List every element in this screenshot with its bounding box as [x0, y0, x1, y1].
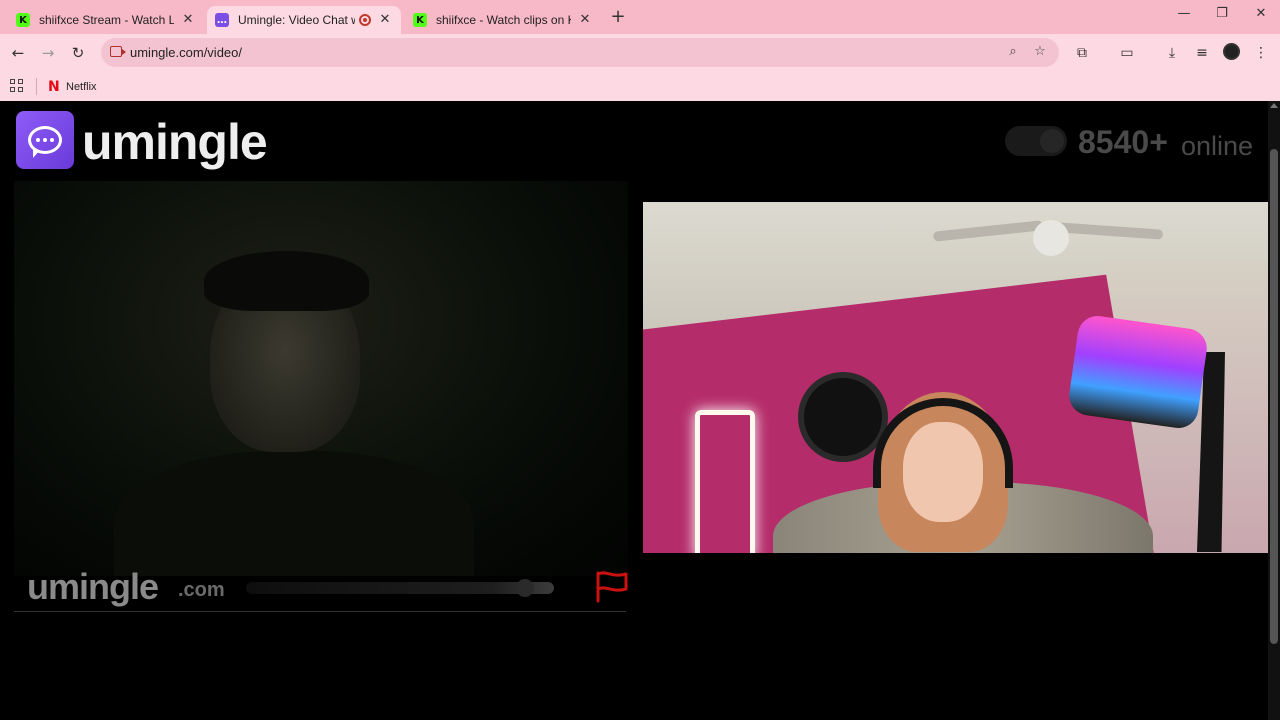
page-scrollbar[interactable]: [1268, 101, 1280, 720]
watermark-brand: umingle: [27, 566, 159, 607]
tab-kick-clips[interactable]: K shiifxce - Watch clips on Kick ✕: [405, 6, 601, 34]
kick-icon: K: [413, 13, 427, 27]
media-controls-icon[interactable]: ≡: [1191, 42, 1213, 64]
divider: [36, 78, 37, 95]
minimize-button[interactable]: —: [1172, 6, 1196, 26]
online-count: 8540+: [1078, 124, 1168, 160]
umingle-page: umingle 8540+ online umingle .com: [0, 101, 1268, 720]
bookmark-netflix[interactable]: N Netflix: [48, 77, 97, 96]
report-flag-icon[interactable]: [594, 569, 630, 603]
download-icon[interactable]: ⤓: [1161, 42, 1183, 64]
tab-title: Umingle: Video Chat with St: [238, 13, 355, 27]
local-video-feed: [14, 181, 628, 576]
ceiling-fan: [932, 212, 1164, 256]
maximize-button[interactable]: ❐: [1210, 6, 1234, 26]
profile-avatar[interactable]: [1223, 43, 1240, 60]
online-label: online: [1181, 131, 1254, 161]
bookmark-label: Netflix: [66, 80, 97, 93]
close-icon[interactable]: ✕: [577, 12, 593, 28]
remote-person: [753, 382, 1173, 553]
apps-grid-icon[interactable]: [10, 79, 23, 92]
umingle-logo-icon[interactable]: [16, 111, 74, 169]
scroll-up-icon[interactable]: [1270, 103, 1278, 108]
cast-icon[interactable]: ▭: [1116, 42, 1138, 64]
new-tab-button[interactable]: +: [608, 8, 628, 28]
chat-bubble-icon: [28, 126, 62, 158]
tab-strip: K shiifxce Stream - Watch Live on ✕ … Um…: [0, 0, 1280, 34]
headset: [873, 398, 1013, 488]
address-bar[interactable]: umingle.com/video/ ⌕ ☆: [101, 38, 1059, 67]
volume-slider-handle[interactable]: [516, 579, 534, 597]
extensions-icon[interactable]: ⧉: [1071, 42, 1093, 64]
browser-toolbar: ← → ↻ umingle.com/video/ ⌕ ☆ ⧉ ▭ ⤓ ≡ ⋮: [0, 34, 1280, 72]
person-hair: [204, 251, 369, 311]
netflix-icon: N: [48, 78, 60, 95]
close-window-button[interactable]: ✕: [1249, 6, 1273, 26]
tab-kick-stream[interactable]: K shiifxce Stream - Watch Live on ✕: [8, 6, 204, 34]
remote-video-feed: [643, 202, 1268, 553]
close-icon[interactable]: ✕: [377, 12, 393, 28]
menu-icon[interactable]: ⋮: [1250, 42, 1272, 64]
person-silhouette: [114, 451, 474, 576]
site-logo-text[interactable]: umingle: [82, 113, 268, 171]
tab-umingle[interactable]: … Umingle: Video Chat with St ✕: [207, 6, 401, 34]
bookmarks-bar: N Netflix: [0, 72, 1280, 101]
bookmark-star-icon[interactable]: ☆: [1031, 44, 1049, 62]
zoom-icon[interactable]: ⌕: [1004, 44, 1022, 62]
url-text[interactable]: umingle.com/video/: [130, 45, 242, 60]
forward-button[interactable]: →: [37, 42, 59, 64]
watermark-tld: .com: [178, 579, 225, 601]
kick-icon: K: [16, 13, 30, 27]
led-mirror: [695, 410, 755, 553]
reload-button[interactable]: ↻: [67, 42, 89, 64]
camera-site-icon[interactable]: [110, 46, 126, 57]
back-button[interactable]: ←: [7, 42, 29, 64]
tab-title: shiifxce Stream - Watch Live on: [39, 13, 174, 27]
volume-slider[interactable]: [246, 582, 554, 594]
close-icon[interactable]: ✕: [180, 12, 196, 28]
scroll-thumb[interactable]: [1270, 149, 1278, 644]
tab-title: shiifxce - Watch clips on Kick: [436, 13, 571, 27]
recording-icon: [359, 14, 371, 26]
divider: [14, 611, 626, 612]
umingle-icon: …: [215, 13, 229, 27]
online-toggle[interactable]: [1005, 126, 1067, 156]
